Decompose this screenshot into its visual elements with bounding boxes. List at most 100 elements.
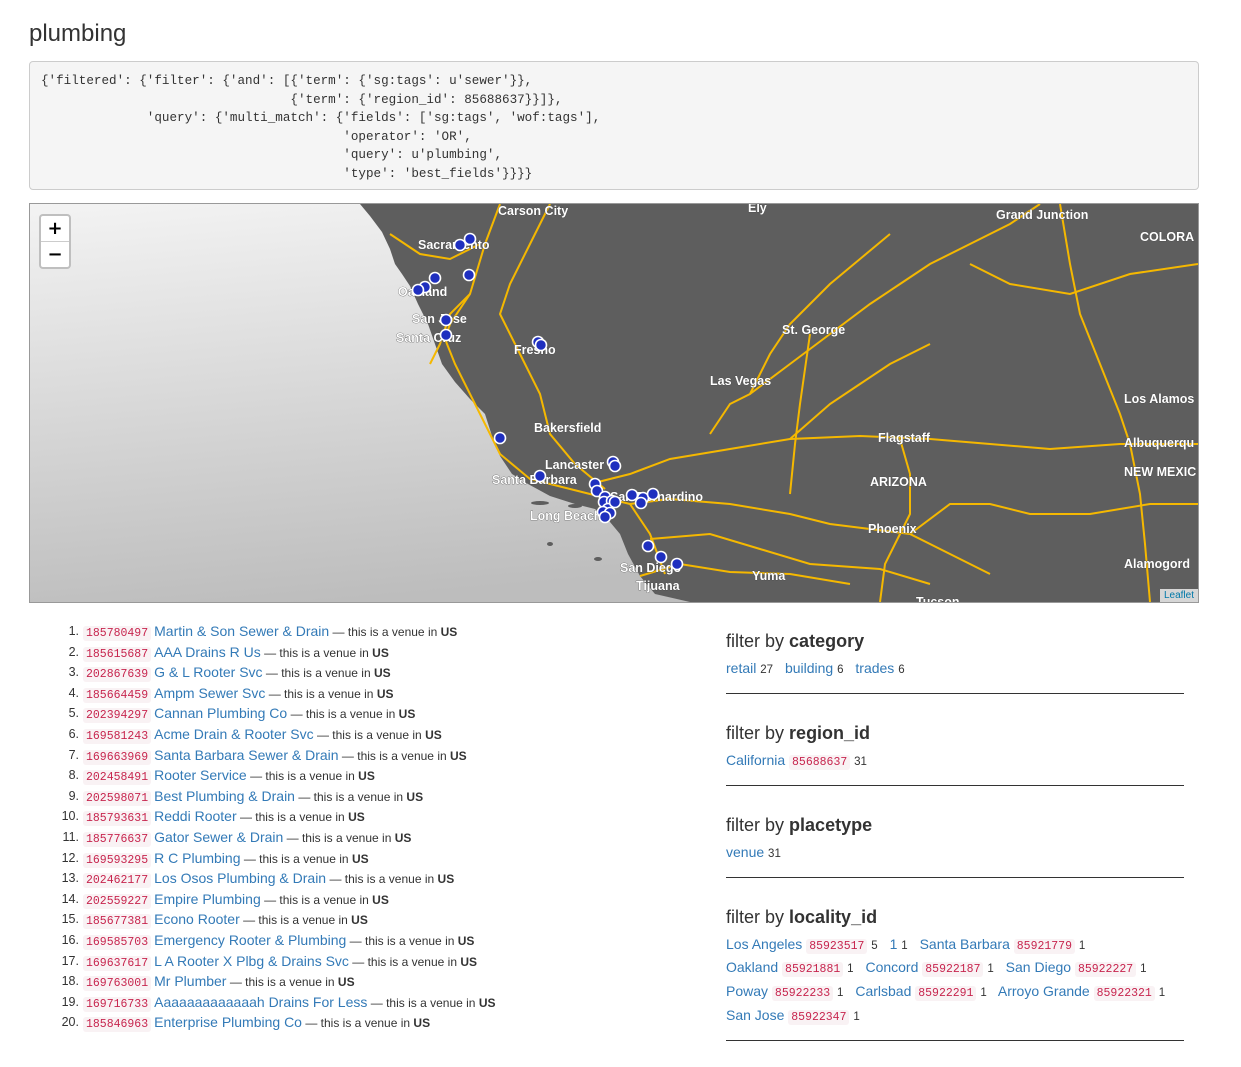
placetype-link[interactable]: venue [389,872,422,886]
map-attribution-link[interactable]: Leaflet [1159,589,1198,602]
result-name-link[interactable]: Emergency Rooter & Plumbing [154,932,346,948]
facet-item-link[interactable]: Los Angeles [726,936,802,952]
placetype-link[interactable]: venue [323,646,356,660]
result-name-link[interactable]: Empire Plumbing [154,891,261,907]
facet-heading: filter by region_id [726,720,1184,750]
result-name-link[interactable]: Reddi Rooter [154,808,237,824]
map-marker[interactable] [411,283,425,297]
facet-item-link[interactable]: venue [726,844,764,860]
map[interactable]: Carson CityElyGrand JunctionCOLORASacram… [29,203,1199,603]
facet-item-link[interactable]: trades [855,660,894,676]
facet-item-id: 85922321 [1093,985,1155,1001]
facet-items: venue 31 [726,842,1184,877]
map-marker[interactable] [608,495,622,509]
result-name-link[interactable]: Acme Drain & Rooter Svc [154,726,314,742]
result-description: — this is a [290,707,347,722]
map-marker[interactable] [439,328,453,342]
placetype-link[interactable]: venue [302,913,335,927]
result-id: 202598071 [83,790,152,806]
placetype-link[interactable]: venue [409,934,442,948]
map-canvas[interactable]: Carson CityElyGrand JunctionCOLORASacram… [30,204,1198,602]
result-description: — this is a [243,913,300,928]
result-name-link[interactable]: Aaaaaaaaaaaaah Drains For Less [154,994,367,1010]
facet-item-link[interactable]: 1 [890,936,898,952]
map-marker[interactable] [670,557,684,571]
map-label-alamogord: Alamogord [1124,557,1190,571]
placetype-link[interactable]: venue [350,707,383,721]
result-name-link[interactable]: Gator Sewer & Drain [154,829,283,845]
map-marker[interactable] [598,510,612,524]
map-marker[interactable] [646,487,660,501]
country-code: US [425,727,442,742]
result-description: — this is a [243,851,300,866]
facet-item: Santa Barbara 85921779 1 [920,936,1085,954]
facet-item-link[interactable]: Oakland [726,959,778,975]
result-name-link[interactable]: Mr Plumber [154,973,226,989]
result-description: — this is a [239,810,296,825]
placetype-link[interactable]: venue [346,831,379,845]
result-in-text: in [385,707,396,722]
result-name-link[interactable]: Rooter Service [154,767,247,783]
map-marker[interactable] [493,431,507,445]
placetype-link[interactable]: venue [376,728,409,742]
placetype-link[interactable]: venue [323,893,356,907]
facet-item-link[interactable]: building [785,660,833,676]
result-name-link[interactable]: Enterprise Plumbing Co [154,1014,302,1030]
placetype-link[interactable]: venue [392,625,425,639]
result-id: 202462177 [83,873,152,889]
result-name-link[interactable]: G & L Rooter Svc [154,664,262,680]
placetype-link[interactable]: venue [299,810,332,824]
facet-item-link[interactable]: Arroyo Grande [998,983,1090,999]
placetype-link[interactable]: venue [358,790,391,804]
result-name-link[interactable]: Ampm Sewer Svc [154,685,265,701]
map-marker[interactable] [453,238,467,252]
placetype-link[interactable]: venue [309,769,342,783]
map-marker[interactable] [533,469,547,483]
result-number: 19. [61,994,79,1009]
result-name-link[interactable]: Cannan Plumbing Co [154,705,287,721]
facet-items: retail 27 building 6 trades 6 [726,658,1184,693]
map-marker[interactable] [534,338,548,352]
placetype-link[interactable]: venue [325,666,358,680]
map-marker[interactable] [625,488,639,502]
result-id: 185664459 [83,687,152,703]
result-name-link[interactable]: L A Rooter X Plbg & Drains Svc [154,953,349,969]
placetype-link[interactable]: venue [303,852,336,866]
result-name-link[interactable]: Econo Rooter [154,911,240,927]
result-name-link[interactable]: Martin & Son Sewer & Drain [154,623,329,639]
facet-item-link[interactable]: San Jose [726,1007,784,1023]
map-marker[interactable] [439,313,453,327]
result-name-link[interactable]: AAA Drains R Us [154,644,261,660]
result-name-link[interactable]: R C Plumbing [154,850,240,866]
placetype-link[interactable]: venue [401,749,434,763]
map-marker[interactable] [608,459,622,473]
facet-item-link[interactable]: Poway [726,983,768,999]
facets-panel: filter by category retail 27 building 6 t… [726,628,1184,1067]
facet-item-link[interactable]: San Diego [1006,959,1071,975]
facet-item: Los Angeles 85923517 5 [726,936,878,954]
map-marker[interactable] [462,268,476,282]
map-marker[interactable] [463,232,477,246]
result-name-link[interactable]: Los Osos Plumbing & Drain [154,870,326,886]
placetype-link[interactable]: venue [412,955,445,969]
facet-item-link[interactable]: retail [726,660,756,676]
result-name-link[interactable]: Santa Barbara Sewer & Drain [154,747,338,763]
result-in-text: in [345,769,355,784]
placetype-link[interactable]: venue [430,996,463,1010]
result-description: — this is a [298,789,355,804]
placetype-link[interactable]: venue [289,975,322,989]
zoom-in-button[interactable]: + [41,216,69,242]
result-in-text: in [424,872,435,887]
result-name-link[interactable]: Best Plumbing & Drain [154,788,295,804]
facet-item-link[interactable]: Concord [865,959,918,975]
map-marker[interactable] [641,539,655,553]
facet-item-link[interactable]: Santa Barbara [920,936,1010,952]
facet-item-link[interactable]: California [726,752,785,768]
map-marker[interactable] [654,550,668,564]
facet-item-link[interactable]: Carlsbad [855,983,911,999]
placetype-link[interactable]: venue [328,687,361,701]
map-marker[interactable] [634,496,648,510]
placetype-link[interactable]: venue [365,1016,398,1030]
zoom-out-button[interactable]: − [41,242,69,267]
map-marker[interactable] [428,271,442,285]
